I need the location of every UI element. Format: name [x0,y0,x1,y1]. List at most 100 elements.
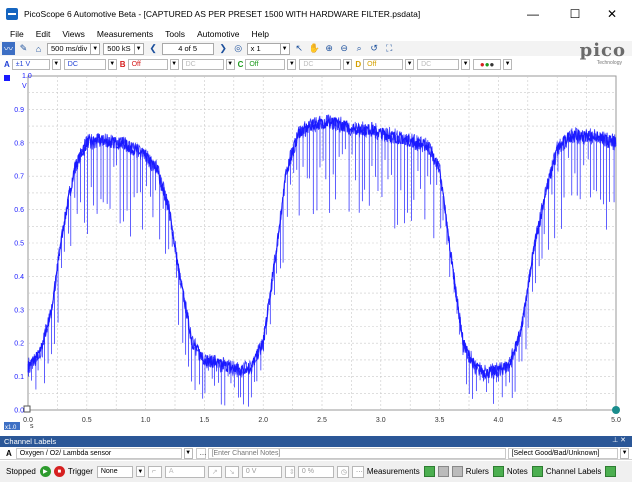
trigger-properties-icon[interactable]: ⋯ [351,465,364,478]
chevron-down-icon[interactable]: ▼ [287,58,297,70]
channel-labels-label[interactable]: Channel Labels [546,467,602,476]
chevron-down-icon[interactable]: ▼ [134,42,144,55]
ruler-handle[interactable] [23,405,31,413]
zoom-out-icon[interactable]: ⊖ [338,42,351,55]
chevron-down-icon[interactable]: ▼ [343,58,353,70]
samples-select[interactable]: 500 kS [103,42,135,55]
chevron-down-icon[interactable]: ▼ [405,58,415,70]
edit-measurement-icon[interactable] [437,466,449,477]
notes-label[interactable]: Notes [507,467,528,476]
channel-b-coupling[interactable]: DC [181,58,224,70]
menu-edit[interactable]: Edit [36,29,51,39]
scope-mode-icon[interactable]: 〰 [2,42,15,55]
undo-zoom-icon[interactable]: ↺ [368,42,381,55]
zoom-fit-icon[interactable]: ⛶ [383,42,396,55]
channel-bar: A ±1 V ▼ DC ▼ B Off ▼ DC ▼ C Off ▼ DC ▼ … [0,57,590,71]
pointer-icon[interactable]: ↖ [293,42,306,55]
channel-a-letter: A [4,59,10,69]
minimize-button[interactable]: — [513,0,553,27]
add-measurement-icon[interactable] [423,466,435,477]
channel-labels-channel: A [6,448,12,458]
channel-d-range[interactable]: Off [363,58,404,70]
chevron-down-icon[interactable]: ▼ [280,42,290,55]
channel-a-coupling[interactable]: DC [63,58,106,70]
buffer-index[interactable]: 4 of 5 [161,42,214,55]
panel-pin-close-icon[interactable]: ⊥ ✕ [612,436,626,444]
menu-file[interactable]: File [10,29,24,39]
channel-c-letter: C [237,59,244,69]
next-buffer-icon[interactable]: ❯ [217,42,230,55]
menu-tools[interactable]: Tools [165,29,185,39]
channel-labels-header: Channel Labels ⊥ ✕ [0,436,632,447]
x-tick-label: 4.5 [552,417,562,424]
menu-help[interactable]: Help [251,29,268,39]
x-tick-label: 3.5 [435,417,445,424]
trigger-edge-falling-icon[interactable]: ↘ [224,465,239,478]
chevron-down-icon[interactable]: ▼ [91,42,101,55]
measurements-label[interactable]: Measurements [367,467,420,476]
app-icon [6,7,18,20]
hand-icon[interactable]: ✋ [308,42,321,55]
rulers-icon[interactable] [492,466,504,477]
trigger-channel-select[interactable]: A [164,465,205,478]
channel-notes-input[interactable]: [Enter Channel Notes] [207,447,506,459]
delete-measurement-icon[interactable] [451,466,463,477]
grade-select[interactable]: [Select Good/Bad/Unknown] [507,447,619,459]
channel-label-input[interactable]: Oxygen / O2/ Lambda sensor [15,447,182,459]
x-tick-label: 2.0 [258,417,268,424]
channel-a-range[interactable]: ±1 V [11,58,50,70]
menu-automotive[interactable]: Automotive [197,29,240,39]
compass-icon[interactable]: ◎ [232,42,245,55]
chevron-down-icon[interactable]: ▼ [620,447,629,459]
channel-c-coupling[interactable]: DC [299,58,342,70]
trigger-type-icon[interactable]: ⌐ [147,465,162,478]
channel-b-letter: B [119,59,126,69]
chevron-down-icon[interactable]: ▼ [183,447,193,459]
rulers-label[interactable]: Rulers [466,467,489,476]
channel-labels-title: Channel Labels [4,437,57,446]
chevron-down-icon[interactable]: ▼ [107,58,117,70]
trigger-label: Trigger [67,467,93,476]
start-icon[interactable]: ▶ [39,466,51,477]
timebase-select[interactable]: 500 ms/div [47,42,92,55]
home-icon[interactable]: ⌂ [32,42,45,55]
maximize-button[interactable]: ☐ [555,0,595,27]
channel-d-coupling[interactable]: DC [417,58,460,70]
channel-labels-icon[interactable] [605,466,617,477]
window-title: PicoScope 6 Automotive Beta - [CAPTURED … [24,8,421,19]
previous-buffer-icon[interactable]: ❮ [147,42,160,55]
stepper-icon[interactable]: ⇕ [284,465,295,478]
chevron-down-icon[interactable]: ▼ [225,58,235,70]
scope-chart[interactable]: 0.90.80.70.60.50.40.30.20.10.0 0.0 0.5 1.0… [0,72,632,434]
chevron-down-icon[interactable]: ▼ [503,58,513,70]
trigger-edge-icon[interactable]: ↗ [207,465,222,478]
trigger-level-input[interactable]: 0 V [241,465,282,478]
zoom-select[interactable]: x 1 [246,42,281,55]
y-axis-top-label: 1.0 [22,73,32,80]
channel-colors-button[interactable]: ● ● ● [473,58,502,70]
zoom-region-icon[interactable]: ⌕ [353,42,366,55]
trigger-mode-select[interactable]: None [96,465,133,478]
zoom-in-icon[interactable]: ⊕ [323,42,336,55]
notes-edit-icon[interactable]: … [195,447,207,459]
clock-icon[interactable]: ◷ [336,465,349,478]
notes-icon[interactable] [531,466,543,477]
channel-a-axis-marker [4,75,10,81]
trigger-position-input[interactable]: 0 % [297,465,334,478]
channel-c-range[interactable]: Off [245,58,286,70]
y-tick-label: 0.2 [14,341,24,348]
y-tick-label: 0.1 [14,374,24,381]
chevron-down-icon[interactable]: ▼ [51,58,61,70]
menu-measurements[interactable]: Measurements [97,29,153,39]
chevron-down-icon[interactable]: ▼ [169,58,179,70]
menu-views[interactable]: Views [62,29,85,39]
chevron-down-icon[interactable]: ▼ [135,466,145,477]
channel-b-range[interactable]: Off [127,58,168,70]
stop-icon[interactable]: ■ [53,466,65,477]
chevron-down-icon[interactable]: ▼ [461,58,471,70]
scope-view[interactable]: 0.9 0.8 0.7 0.6 0.5 0.4 0.3 0.2 0.1 0.0 0.0 0.5 1.0… [0,72,632,434]
close-button[interactable]: ✕ [592,0,632,27]
x-tick-label: 3.0 [376,417,386,424]
pencil-icon[interactable]: ✎ [17,42,30,55]
trigger-marker[interactable] [612,406,620,414]
